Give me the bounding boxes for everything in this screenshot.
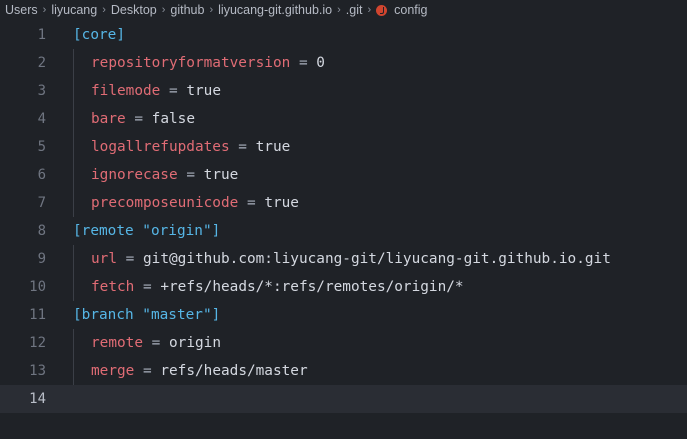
indent-guide xyxy=(73,357,74,385)
config-value: 0 xyxy=(316,55,325,71)
key-value-pair: bare = false xyxy=(91,105,195,133)
breadcrumb-item-repo[interactable]: liyucang-git.github.io xyxy=(218,3,332,17)
code-line[interactable]: 11 [branch "master"] xyxy=(0,301,687,329)
code-line[interactable]: 4 bare = false xyxy=(0,105,687,133)
code-line[interactable]: 13 merge = refs/heads/master xyxy=(0,357,687,385)
line-number: 14 xyxy=(29,391,46,407)
key-value-pair: filemode = true xyxy=(91,77,221,105)
code-line[interactable]: 6 ignorecase = true xyxy=(0,161,687,189)
chevron-right-icon: › xyxy=(42,4,47,16)
equals-operator: = xyxy=(143,363,152,379)
key-value-pair: fetch = +refs/heads/*:refs/remotes/origi… xyxy=(91,273,464,301)
code-line[interactable]: 14 xyxy=(0,385,687,413)
line-number: 10 xyxy=(29,279,46,295)
breadcrumb-item-desktop[interactable]: Desktop xyxy=(111,3,157,17)
breadcrumb-item-git-dir[interactable]: .git xyxy=(346,3,363,17)
indent-guide xyxy=(73,161,74,189)
config-key: filemode xyxy=(91,83,161,99)
chevron-right-icon: › xyxy=(161,4,166,16)
line-number: 6 xyxy=(37,167,46,183)
config-key: repositoryformatversion xyxy=(91,55,291,71)
config-key: precomposeunicode xyxy=(91,195,239,211)
indent-guide xyxy=(73,273,74,301)
config-value: false xyxy=(151,111,195,127)
line-number: 7 xyxy=(37,195,46,211)
config-value: true xyxy=(203,167,239,183)
config-key: logallrefupdates xyxy=(91,139,230,155)
key-value-pair: precomposeunicode = true xyxy=(91,189,299,217)
indent-guide xyxy=(73,105,74,133)
indent-guide xyxy=(73,245,74,273)
line-number: 4 xyxy=(37,111,46,127)
indent-guide xyxy=(73,329,74,357)
section-header: [branch "master"] xyxy=(73,307,221,323)
key-value-pair: ignorecase = true xyxy=(91,161,238,189)
config-key: remote xyxy=(91,335,143,351)
code-line[interactable]: 5 logallrefupdates = true xyxy=(0,133,687,161)
line-number: 5 xyxy=(37,139,46,155)
code-line[interactable]: 12 remote = origin xyxy=(0,329,687,357)
config-key: fetch xyxy=(91,279,135,295)
indent-guide xyxy=(73,133,74,161)
config-value: true xyxy=(255,139,291,155)
equals-operator: = xyxy=(134,111,143,127)
section-header: [remote "origin"] xyxy=(73,223,221,239)
code-line[interactable]: 9 url = git@github.com:liyucang-git/liyuc… xyxy=(0,245,687,273)
config-key: bare xyxy=(91,111,126,127)
breadcrumb-item-liyucang[interactable]: liyucang xyxy=(51,3,97,17)
config-key: ignorecase xyxy=(91,167,178,183)
equals-operator: = xyxy=(125,251,135,267)
key-value-pair: url = git@github.com:liyucang-git/liyuca… xyxy=(91,245,611,273)
indent-guide xyxy=(73,49,74,77)
key-value-pair: repositoryformatversion = 0 xyxy=(91,49,325,77)
code-line[interactable]: 2 repositoryformatversion = 0 xyxy=(0,49,687,77)
breadcrumb-item-file[interactable]: config xyxy=(394,3,427,17)
line-number: 13 xyxy=(29,363,46,379)
code-line[interactable]: 1 [core] xyxy=(0,21,687,49)
breadcrumb: Users › liyucang › Desktop › github › li… xyxy=(0,0,687,20)
config-value: true xyxy=(264,195,299,211)
equals-operator: = xyxy=(168,83,178,99)
line-number: 12 xyxy=(29,335,46,351)
git-config-icon xyxy=(376,4,388,16)
key-value-pair: remote = origin xyxy=(91,329,221,357)
code-line[interactable]: 10 fetch = +refs/heads/*:refs/remotes/ori… xyxy=(0,273,687,301)
code-line[interactable]: 3 filemode = true xyxy=(0,77,687,105)
equals-operator: = xyxy=(298,55,308,71)
chevron-right-icon: › xyxy=(102,4,106,16)
line-number: 1 xyxy=(37,27,46,43)
line-number: 3 xyxy=(37,83,46,99)
line-number: 2 xyxy=(37,55,46,71)
line-number: 8 xyxy=(37,223,46,239)
equals-operator: = xyxy=(186,167,195,183)
equals-operator: = xyxy=(143,279,152,295)
editor-window: Users › liyucang › Desktop › github › li… xyxy=(0,0,687,439)
config-key: url xyxy=(91,251,117,267)
breadcrumb-item-users[interactable]: Users xyxy=(5,3,38,17)
equals-operator: = xyxy=(246,195,256,211)
config-value: refs/heads/master xyxy=(160,363,308,379)
config-value: +refs/heads/*:refs/remotes/origin/* xyxy=(160,279,464,295)
config-value: git@github.com:liyucang-git/liyucang-git… xyxy=(143,251,611,267)
equals-operator: = xyxy=(151,335,161,351)
config-value: origin xyxy=(169,335,221,351)
chevron-right-icon: › xyxy=(367,4,372,16)
section-header: [core] xyxy=(73,27,125,43)
equals-operator: = xyxy=(238,139,247,155)
chevron-right-icon: › xyxy=(337,4,341,16)
indent-guide xyxy=(73,189,74,217)
key-value-pair: merge = refs/heads/master xyxy=(91,357,308,385)
indent-guide xyxy=(73,77,74,105)
config-key: merge xyxy=(91,363,135,379)
line-number: 9 xyxy=(37,251,46,267)
code-line[interactable]: 8 [remote "origin"] xyxy=(0,217,687,245)
key-value-pair: logallrefupdates = true xyxy=(91,133,290,161)
chevron-right-icon: › xyxy=(209,4,214,16)
line-number: 11 xyxy=(29,307,46,323)
config-value: true xyxy=(186,83,221,99)
code-editor[interactable]: 1 [core] 2 repositoryformatversion = 0 3 file… xyxy=(0,21,687,439)
breadcrumb-item-github[interactable]: github xyxy=(170,3,204,17)
code-line[interactable]: 7 precomposeunicode = true xyxy=(0,189,687,217)
